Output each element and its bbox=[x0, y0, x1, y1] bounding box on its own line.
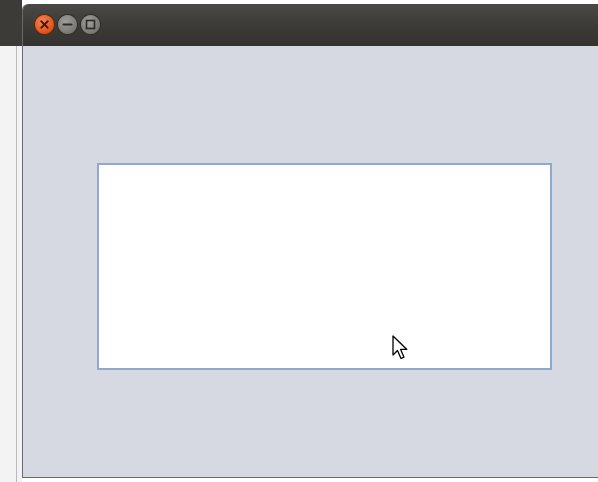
minimize-button[interactable] bbox=[57, 14, 78, 35]
minimize-icon bbox=[62, 23, 73, 26]
maximize-icon bbox=[85, 19, 96, 30]
background-titlebar bbox=[0, 0, 22, 46]
mouse-pointer-icon bbox=[392, 335, 408, 360]
app-window bbox=[22, 4, 598, 478]
close-button[interactable] bbox=[34, 14, 55, 35]
close-icon bbox=[40, 20, 49, 29]
background-divider bbox=[16, 46, 17, 482]
window-titlebar[interactable] bbox=[23, 4, 598, 46]
maximize-button[interactable] bbox=[80, 14, 101, 35]
content-panel[interactable] bbox=[97, 163, 552, 370]
background-window-edge bbox=[0, 0, 22, 482]
